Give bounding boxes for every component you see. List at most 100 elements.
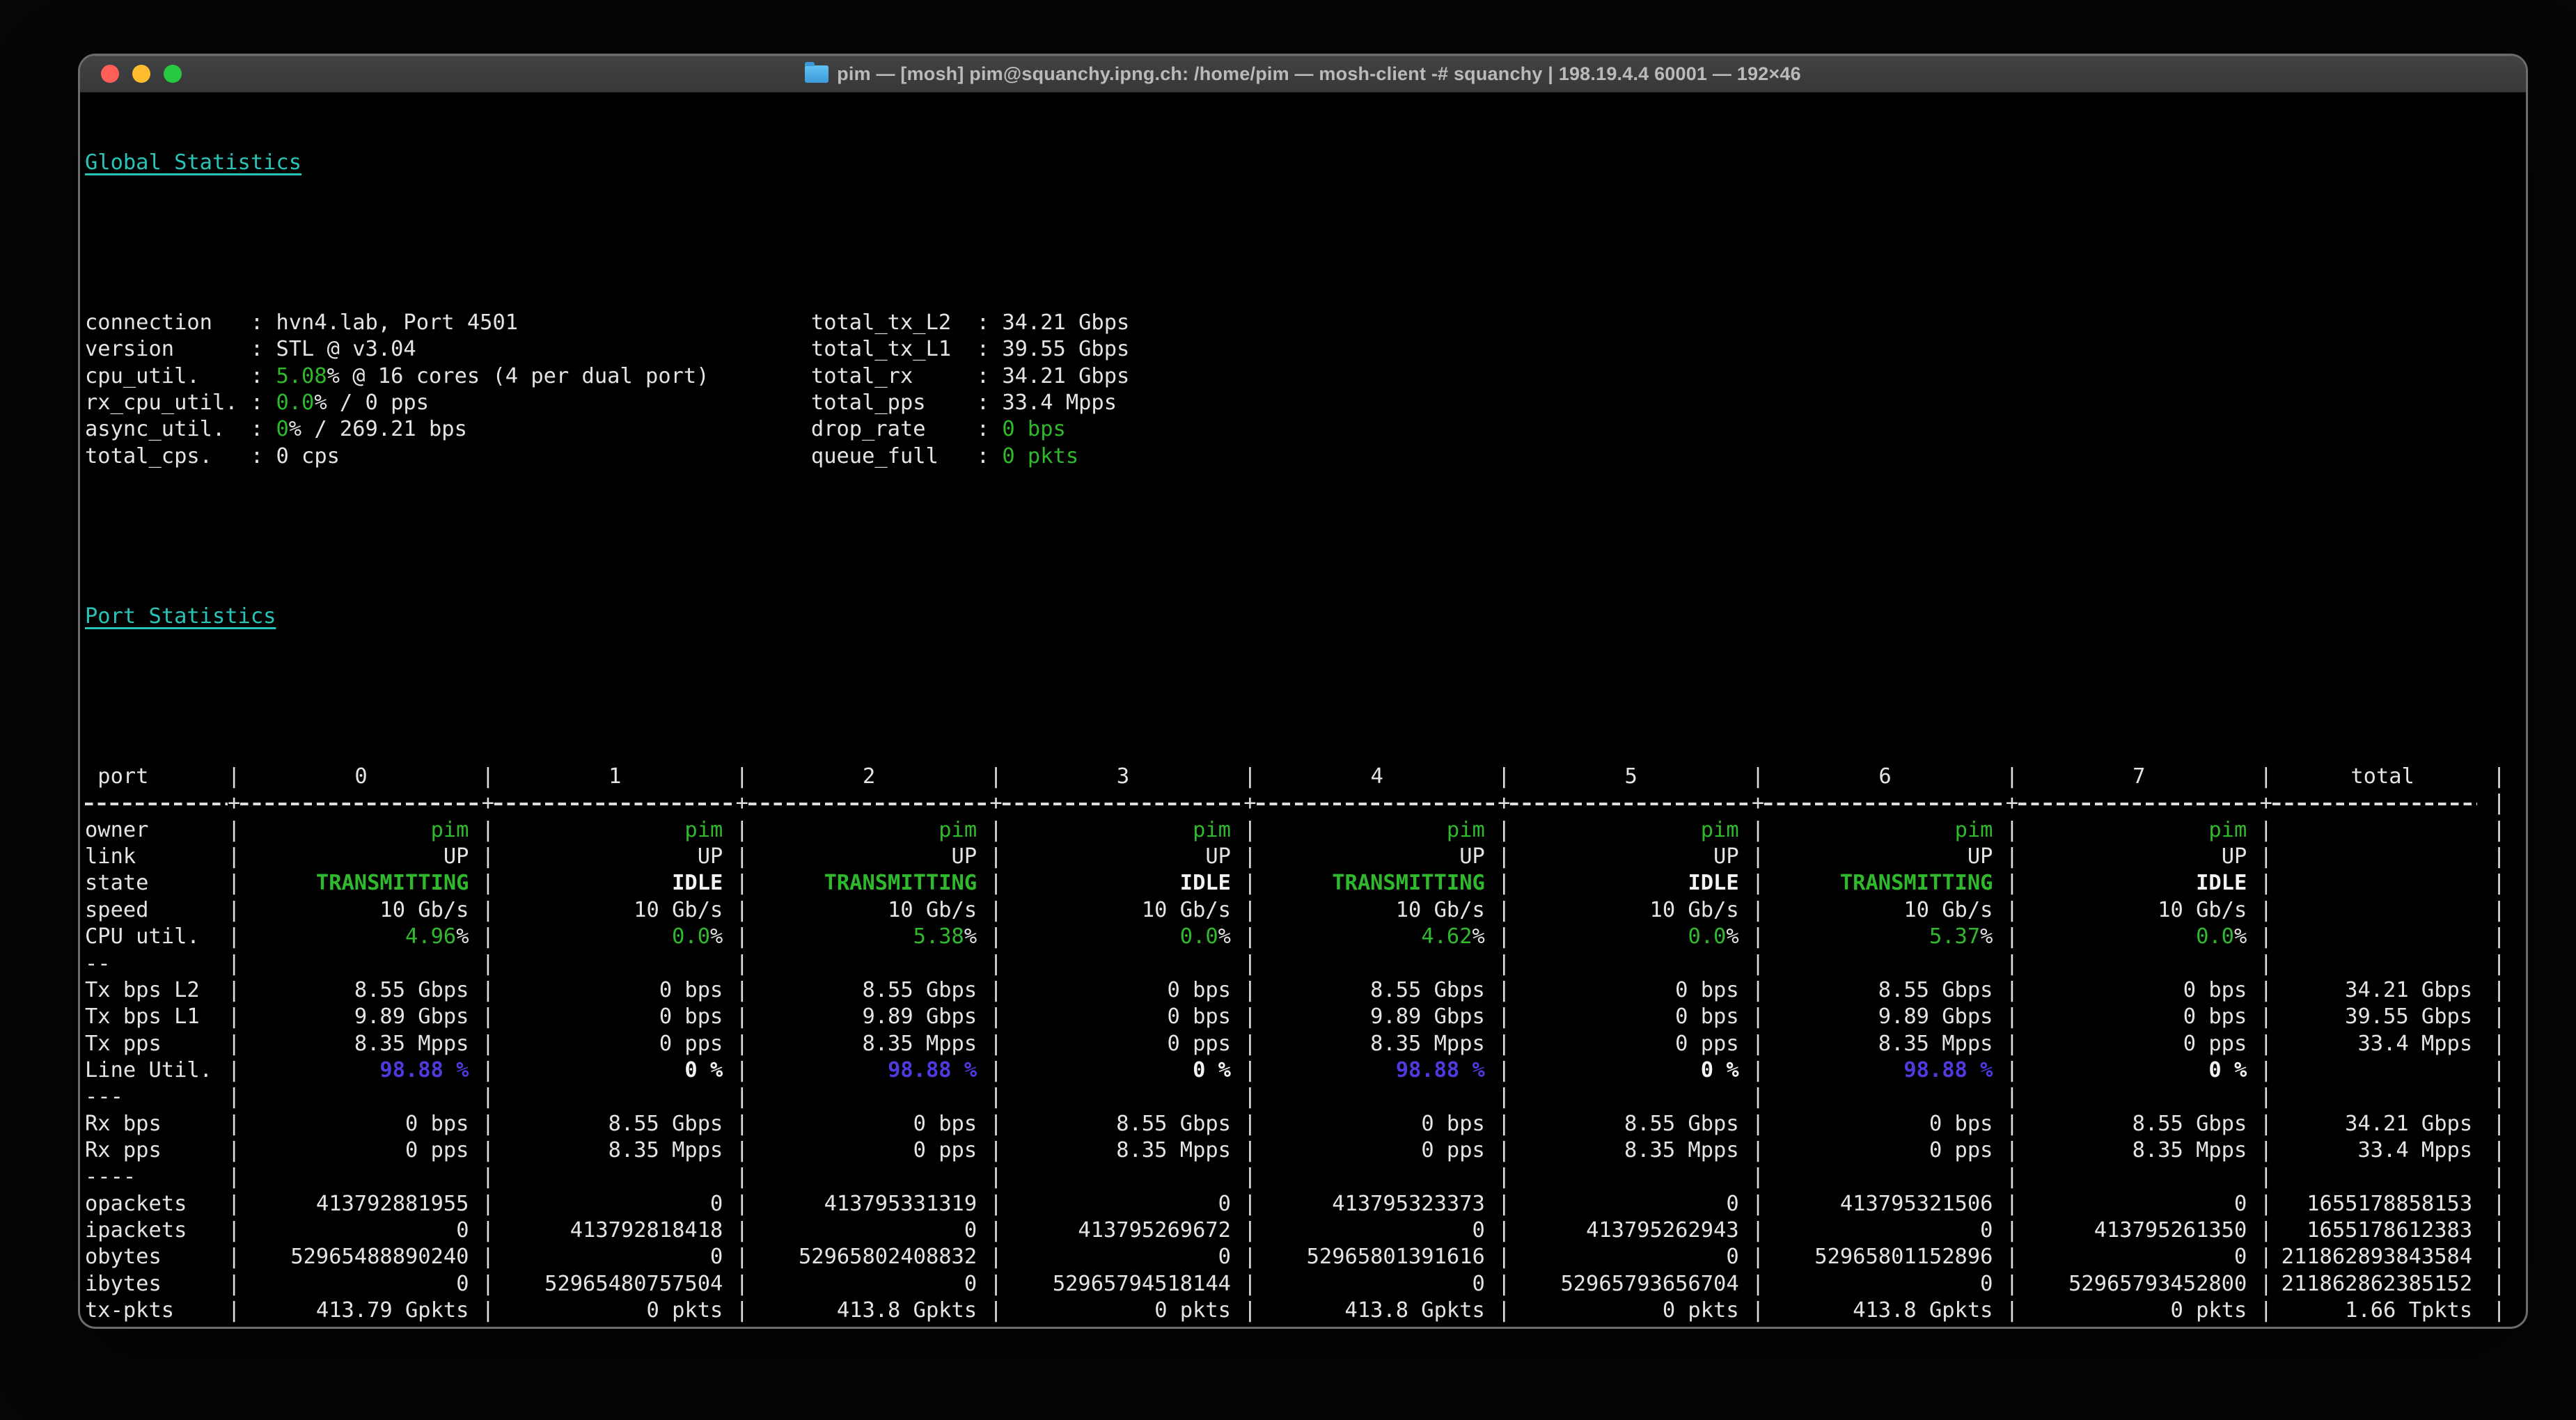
value-cell: 0.0% | (1510, 924, 1764, 950)
text-segment: 9.89 Gbps (1370, 1004, 1485, 1030)
global-stats-row: total_cps.: 0 cps queue_full: 0 pkts (85, 443, 2526, 470)
value-cell: | (1510, 1164, 1764, 1190)
column-divider: | (1751, 951, 1765, 976)
cell-value: 10 Gb/s (2018, 897, 2260, 924)
column-divider: | (1498, 1165, 1511, 1190)
value-cell: | (2272, 844, 2505, 870)
cell-value: 0 (1510, 1191, 1752, 1217)
minimize-button[interactable] (132, 65, 150, 83)
column-divider: + (1498, 791, 1511, 816)
column-divider: | (481, 1031, 495, 1056)
header-col-label: 7 (2133, 764, 2146, 789)
text-segment: 8.55 Gbps (354, 977, 469, 1002)
header-col-label: 0 (354, 764, 368, 789)
text-segment: : (250, 363, 276, 388)
value-cell: UP | (1764, 844, 2018, 870)
column-divider: | (1243, 1084, 1257, 1110)
close-button[interactable] (101, 65, 119, 83)
value-cell: 10 Gb/s | (494, 897, 748, 924)
column-divider: | (735, 1004, 748, 1030)
value-cell: 9.89 Gbps | (1257, 1004, 1510, 1030)
text-segment: 0 bps (1929, 1111, 1993, 1136)
column-divider: | (735, 951, 748, 976)
column-divider: | (481, 1271, 495, 1296)
value-cell: | (494, 951, 748, 977)
table-row-state: state | TRANSMITTING | IDLE | TRANSMITTING | IDL… (85, 870, 2526, 897)
value-cell: 0 pps | (2018, 1031, 2272, 1057)
text-segment: 0 bps (2183, 977, 2247, 1002)
column-divider: | (481, 1191, 495, 1216)
value-cell: 0 bps | (2018, 977, 2272, 1004)
text-segment: 0 bps (659, 1004, 723, 1030)
cell-value (494, 951, 736, 977)
column-divider: | (2492, 1138, 2506, 1163)
value-cell: 0 pps | (1510, 1031, 1764, 1057)
column-divider: | (735, 1165, 748, 1190)
cell-value: IDLE (2018, 870, 2260, 897)
text-segment: 34.21 Gbps (1002, 310, 1130, 335)
column-divider: | (1498, 817, 1511, 842)
column-divider: | (735, 817, 748, 842)
gs-label: rx_cpu_util. (85, 390, 238, 415)
header-cell: 3 | (1003, 764, 1257, 790)
cell-value (1510, 1084, 1752, 1110)
text-segment: 34.21 Gbps (2345, 1111, 2473, 1136)
zoom-button[interactable] (164, 65, 182, 83)
value-cell: 413795261350 | (2018, 1217, 2272, 1244)
row-label-cell: CPU util. | (85, 924, 240, 950)
column-divider: | (1751, 1165, 1765, 1190)
column-divider: | (1498, 1218, 1511, 1243)
row-label: Tx bps L2 (85, 977, 200, 1002)
column-divider: | (2259, 924, 2272, 949)
terminal-screen[interactable]: Global Statistics connection: hvn4.lab, … (80, 93, 2526, 1327)
cell-value: 8.35 Mpps (1764, 1031, 2006, 1057)
text-segment: 5.37 (1929, 924, 1981, 949)
text-segment: 0 pps (1675, 1031, 1739, 1056)
value-cell: 1655178612383 | (2272, 1217, 2505, 1244)
column-divider: | (735, 1271, 748, 1296)
cell-value: 0 (1764, 1217, 2006, 1244)
value-cell: | (1510, 951, 1764, 977)
value-cell: 8.55 Gbps | (494, 1111, 748, 1137)
row-label-cell: Line Util. | (85, 1057, 240, 1084)
column-divider: | (227, 1084, 241, 1110)
value-cell: 10 Gb/s | (1510, 897, 1765, 924)
column-divider: | (1751, 1111, 1765, 1136)
column-divider: | (2005, 764, 2019, 789)
column-divider: | (735, 871, 748, 896)
gs-label: total_cps. (85, 443, 212, 468)
window-titlebar[interactable]: pim — [mosh] pim@squanchy.ipng.ch: /home… (80, 56, 2526, 93)
text-segment: 34.21 Gbps (1002, 363, 1130, 388)
value-cell: 413.8 Gpkts | (748, 1297, 1003, 1324)
text-segment: 8.55 Gbps (1116, 1111, 1231, 1136)
text-segment: 52965794518144 (1052, 1271, 1231, 1296)
table-row-tx-bps-l2: Tx bps L2 | 8.55 Gbps | 0 bps | 8.55 Gbps | 0 bp… (85, 977, 2526, 1004)
cell-value: 0 (240, 1217, 482, 1244)
cell-value: 0 bps (240, 1111, 482, 1137)
column-divider: | (2259, 1004, 2272, 1030)
column-divider: | (1751, 1191, 1765, 1216)
value-cell: 211862893843584 | (2272, 1244, 2506, 1270)
column-divider: | (1751, 764, 1765, 789)
value-cell: 413792881955 | (240, 1191, 494, 1217)
column-divider: | (735, 977, 748, 1002)
header-col-label: 6 (1878, 764, 1892, 789)
column-divider: | (735, 1111, 748, 1136)
table-row-link: link | UP | UP | UP | UP | UP | UP | UP | UP | | (85, 844, 2526, 870)
text-segment: 0 (710, 1191, 723, 1216)
cell-value: 0 (1257, 1271, 1498, 1297)
header-cell: 4 | (1257, 764, 1511, 790)
column-divider: | (2492, 791, 2506, 816)
text-segment: 39.55 Gbps (1002, 337, 1130, 362)
value-cell: 413.8 Gpkts | (1257, 1297, 1511, 1324)
value-cell: 33.4 Mpps | (2272, 1031, 2505, 1057)
cell-value: 0 pps (748, 1137, 990, 1164)
cell-value: 10 Gb/s (494, 897, 736, 924)
row-label: obytes (85, 1245, 162, 1270)
text-segment: TRANSMITTING (824, 871, 977, 896)
cell-value: 0.0% (1003, 924, 1244, 950)
global-stats-row: version: STL @ v3.04 total_tx_L1: 39.55 G… (85, 336, 2526, 363)
text-segment: 0 (1472, 1218, 1485, 1243)
row-label-cell: ipackets | (85, 1217, 240, 1244)
cell-value (2272, 1164, 2493, 1190)
